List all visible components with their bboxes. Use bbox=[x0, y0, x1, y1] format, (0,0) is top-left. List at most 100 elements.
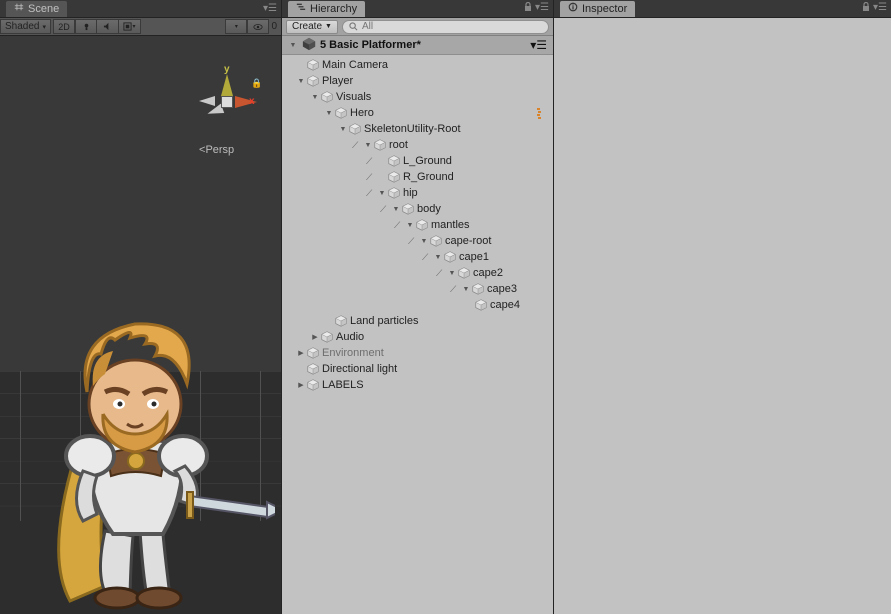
hierarchy-item[interactable]: ⟋ cape2 bbox=[282, 265, 553, 281]
y-axis-cone[interactable] bbox=[221, 74, 233, 96]
hierarchy-item[interactable]: ⟋R_Ground bbox=[282, 169, 553, 185]
item-label: cape4 bbox=[490, 299, 520, 311]
item-label: Environment bbox=[322, 347, 384, 359]
hierarchy-item[interactable]: Player bbox=[282, 73, 553, 89]
scene-tab-menu-icon[interactable]: ▾☰ bbox=[263, 3, 281, 14]
hierarchy-item[interactable]: Environment bbox=[282, 345, 553, 361]
item-label: hip bbox=[403, 187, 418, 199]
gameobject-icon bbox=[306, 74, 320, 88]
foldout-toggle[interactable] bbox=[461, 284, 471, 294]
link-icon: ⟋ bbox=[436, 268, 446, 279]
hierarchy-item[interactable]: Audio bbox=[282, 329, 553, 345]
hierarchy-item[interactable]: ⟋root bbox=[282, 137, 553, 153]
hierarchy-item[interactable]: Main Camera bbox=[282, 57, 553, 73]
hierarchy-item[interactable]: Visuals bbox=[282, 89, 553, 105]
hierarchy-tab-icon bbox=[296, 2, 306, 15]
item-label: Hero bbox=[350, 107, 374, 119]
hierarchy-tab[interactable]: Hierarchy bbox=[288, 1, 365, 17]
hierarchy-item[interactable]: ⟋L_Ground bbox=[282, 153, 553, 169]
left-axis-cone[interactable] bbox=[199, 96, 215, 106]
foldout-toggle[interactable] bbox=[296, 380, 306, 390]
orientation-gizmo[interactable]: y x 🔒 <Persp bbox=[191, 56, 261, 146]
foldout-toggle[interactable] bbox=[324, 108, 334, 118]
gizmo-center[interactable] bbox=[221, 96, 233, 108]
inspector-tab[interactable]: Inspector bbox=[560, 1, 635, 17]
item-label: Visuals bbox=[336, 91, 371, 103]
mode-2d-toggle[interactable]: 2D bbox=[53, 19, 75, 34]
lock-icon[interactable] bbox=[861, 2, 871, 15]
link-icon: ⟋ bbox=[394, 220, 404, 231]
hierarchy-toolbar: Create ▼ bbox=[282, 18, 553, 36]
link-icon: ⟋ bbox=[366, 156, 376, 167]
hierarchy-search-field[interactable] bbox=[342, 20, 549, 34]
link-icon: ⟋ bbox=[408, 236, 418, 247]
hierarchy-item[interactable]: Land particles bbox=[282, 313, 553, 329]
hierarchy-item[interactable]: ⟋cape-root bbox=[282, 233, 553, 249]
inspector-panel: Inspector ▾☰ bbox=[554, 0, 891, 614]
shading-mode-dropdown[interactable]: Shaded ▾ bbox=[0, 19, 51, 34]
item-label: Land particles bbox=[350, 315, 419, 327]
foldout-toggle[interactable] bbox=[310, 92, 320, 102]
gameobject-icon bbox=[387, 170, 401, 184]
gizmo-lock-icon[interactable]: 🔒 bbox=[251, 78, 262, 89]
inspector-tab-icon bbox=[568, 2, 578, 15]
hierarchy-item[interactable]: ⟋mantles bbox=[282, 217, 553, 233]
item-label: cape2 bbox=[473, 267, 503, 279]
item-label: R_Ground bbox=[403, 171, 454, 183]
foldout-toggle[interactable] bbox=[433, 252, 443, 262]
visible-layers-button[interactable] bbox=[247, 19, 269, 34]
scene-toggle-group: ▾ bbox=[75, 19, 141, 34]
gameobject-icon bbox=[401, 202, 415, 216]
hierarchy-item[interactable]: ⟋cape3 bbox=[282, 281, 553, 297]
foldout-toggle[interactable] bbox=[296, 348, 306, 358]
item-label: cape3 bbox=[487, 283, 517, 295]
scene-tab-icon bbox=[14, 2, 24, 15]
create-button[interactable]: Create ▼ bbox=[286, 20, 338, 34]
foldout-toggle[interactable] bbox=[296, 76, 306, 86]
lighting-toggle[interactable] bbox=[75, 19, 97, 34]
item-label: Main Camera bbox=[322, 59, 388, 71]
panel-menu-icon[interactable]: ▾☰ bbox=[535, 2, 549, 15]
hierarchy-tab-label: Hierarchy bbox=[310, 3, 357, 15]
scene-tab[interactable]: Scene bbox=[6, 1, 67, 17]
hierarchy-item[interactable]: SkeletonUtility-Root bbox=[282, 121, 553, 137]
hierarchy-item[interactable]: LABELS bbox=[282, 377, 553, 393]
hierarchy-item[interactable]: Hero bbox=[282, 105, 553, 121]
scene-toolbar: Shaded ▾ 2D ▾ ▾ 0 bbox=[0, 18, 281, 36]
foldout-toggle[interactable] bbox=[363, 140, 373, 150]
audio-toggle[interactable] bbox=[97, 19, 119, 34]
hierarchy-panel: Hierarchy ▾☰ Create ▼ 5 Basic Platformer… bbox=[282, 0, 554, 614]
hero-character[interactable] bbox=[35, 296, 275, 614]
hierarchy-tab-bar: Hierarchy ▾☰ bbox=[282, 0, 553, 18]
scene-row[interactable]: 5 Basic Platformer* ▾☰ bbox=[282, 36, 553, 55]
hierarchy-item[interactable]: ⟋hip bbox=[282, 185, 553, 201]
search-input[interactable] bbox=[362, 21, 542, 32]
foldout-toggle[interactable] bbox=[419, 236, 429, 246]
hierarchy-item[interactable]: Directional light bbox=[282, 361, 553, 377]
foldout-toggle[interactable] bbox=[391, 204, 401, 214]
foldout-spacer bbox=[377, 172, 387, 182]
foldout-toggle[interactable] bbox=[447, 268, 457, 278]
lock-icon[interactable] bbox=[523, 2, 533, 15]
scene-context-menu-icon[interactable]: ▾☰ bbox=[530, 38, 547, 52]
scene-foldout[interactable] bbox=[288, 40, 298, 50]
scene-tab-bar: Scene ▾☰ bbox=[0, 0, 281, 18]
item-label: Player bbox=[322, 75, 353, 87]
projection-label[interactable]: <Persp bbox=[199, 144, 234, 156]
fx-toggle[interactable]: ▾ bbox=[119, 19, 141, 34]
gizmos-dropdown[interactable]: ▾ bbox=[225, 19, 247, 34]
foldout-toggle[interactable] bbox=[405, 220, 415, 230]
scene-viewport[interactable]: y x 🔒 <Persp bbox=[0, 36, 281, 614]
foldout-toggle[interactable] bbox=[338, 124, 348, 134]
hierarchy-item[interactable]: ⟋body bbox=[282, 201, 553, 217]
scene-tab-label: Scene bbox=[28, 3, 59, 15]
panel-menu-icon[interactable]: ▾☰ bbox=[873, 2, 887, 15]
gameobject-icon bbox=[320, 330, 334, 344]
foldout-toggle[interactable] bbox=[310, 332, 320, 342]
foldout-spacer bbox=[296, 60, 306, 70]
hierarchy-item[interactable]: ⟋cape1 bbox=[282, 249, 553, 265]
gameobject-icon bbox=[443, 250, 457, 264]
gameobject-icon bbox=[306, 378, 320, 392]
hierarchy-item[interactable]: cape4 bbox=[282, 297, 553, 313]
foldout-toggle[interactable] bbox=[377, 188, 387, 198]
